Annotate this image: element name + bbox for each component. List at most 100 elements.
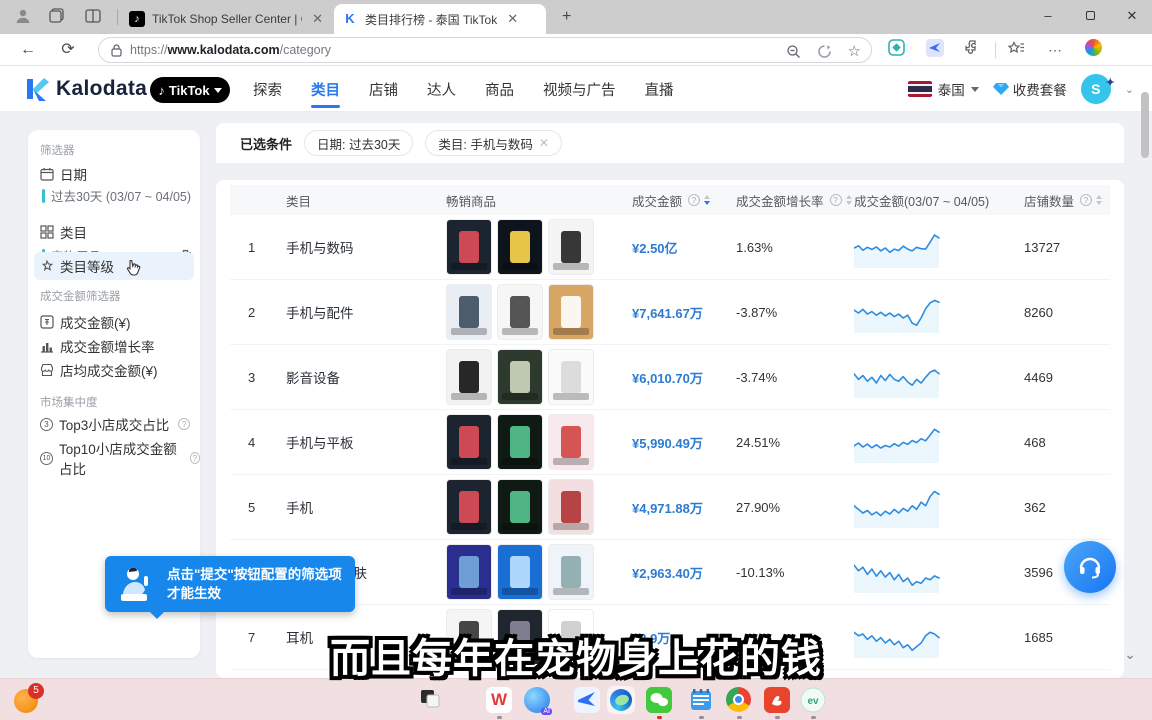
product-thumbnail[interactable] xyxy=(446,219,492,275)
zoom-out-icon[interactable] xyxy=(786,44,801,59)
task-view-icon[interactable] xyxy=(418,687,444,713)
nav-shop[interactable]: 店铺 xyxy=(369,67,398,112)
category-name[interactable]: 影音设备 xyxy=(286,367,446,387)
sort-icons[interactable] xyxy=(846,195,852,205)
workspaces-icon[interactable] xyxy=(48,7,68,27)
filter-top10-share[interactable]: 10 Top10小店成交金额占比 ? xyxy=(40,438,200,478)
table-row[interactable]: 4 手机与平板 ¥5,990.49万 24.51% 468 xyxy=(230,410,1110,475)
wps-icon[interactable]: W xyxy=(486,687,512,713)
new-tab-button[interactable]: + xyxy=(562,8,571,26)
product-thumbnail[interactable] xyxy=(548,414,594,470)
product-thumbnail[interactable] xyxy=(446,544,492,600)
window-minimize-button[interactable]: – xyxy=(1028,0,1068,32)
tab-tiktok-seller-center[interactable]: ♪ TikTok Shop Seller Center | Cross ✕ xyxy=(121,4,331,34)
product-thumbnail[interactable] xyxy=(548,479,594,535)
product-thumbnail[interactable] xyxy=(446,284,492,340)
nav-video-ads[interactable]: 视频与广告 xyxy=(543,67,616,112)
chip-close-icon[interactable]: ✕ xyxy=(539,136,549,150)
address-bar[interactable]: https://www.kalodata.com/category ☆ xyxy=(98,37,872,63)
quark-ai-icon[interactable]: AI xyxy=(524,687,550,713)
product-thumbnail[interactable] xyxy=(446,349,492,405)
filter-top3-share[interactable]: 3 Top3小店成交占比 ? xyxy=(40,414,190,434)
help-icon[interactable]: ? xyxy=(1080,194,1092,206)
chevron-down-icon[interactable]: ⌄ xyxy=(1125,83,1134,96)
table-row[interactable]: 6 保护膜、皮肤 ¥2,963.40万 -10.13% 3596 xyxy=(230,540,1110,605)
favorites-bar-icon[interactable] xyxy=(1008,39,1030,61)
split-tab-icon[interactable] xyxy=(84,7,104,27)
filter-growth-rate[interactable]: 成交金额增长率 xyxy=(40,336,155,356)
product-thumbnail[interactable] xyxy=(497,544,543,600)
table-row[interactable]: 5 手机 ¥4,971.88万 27.90% 362 xyxy=(230,475,1110,540)
product-thumbnail[interactable] xyxy=(446,414,492,470)
filter-date[interactable]: 日期 xyxy=(40,164,87,184)
help-icon[interactable]: ? xyxy=(178,418,190,430)
thunder-icon[interactable] xyxy=(574,687,600,713)
extensions-puzzle-icon[interactable] xyxy=(964,39,986,61)
sort-icons[interactable] xyxy=(1096,195,1102,205)
product-thumbnail[interactable] xyxy=(497,349,543,405)
favorite-star-icon[interactable]: ☆ xyxy=(848,42,861,60)
profile-icon[interactable] xyxy=(14,7,34,27)
edge-icon[interactable] xyxy=(608,687,634,713)
filter-avg-shop-amount[interactable]: 店均成交金额(¥) xyxy=(40,360,158,380)
nav-product[interactable]: 商品 xyxy=(485,67,514,112)
copilot-icon[interactable] xyxy=(1082,39,1104,61)
product-thumbnail[interactable] xyxy=(548,544,594,600)
help-icon[interactable]: ? xyxy=(830,194,842,206)
more-options-icon[interactable]: ⋯ xyxy=(1044,39,1066,61)
header-amount[interactable]: 成交金额? xyxy=(632,191,736,210)
ev-capture-icon[interactable]: ev xyxy=(800,687,826,713)
filter-amount[interactable]: 成交金额(¥) xyxy=(40,312,131,332)
window-restore-button[interactable] xyxy=(1070,0,1110,32)
header-shops[interactable]: 店铺数量? xyxy=(1024,191,1104,210)
pricing-plan-link[interactable]: 收费套餐 xyxy=(993,79,1067,99)
table-row[interactable]: 1 手机与数码 ¥2.50亿 1.63% 13727 xyxy=(230,215,1110,280)
support-headset-button[interactable] xyxy=(1064,541,1116,593)
nav-live[interactable]: 直播 xyxy=(645,67,674,112)
product-thumbnail[interactable] xyxy=(548,349,594,405)
product-thumbnail[interactable] xyxy=(497,284,543,340)
extension-teal-icon[interactable] xyxy=(888,39,910,61)
extension-bird-icon[interactable] xyxy=(926,39,948,61)
back-icon[interactable]: ← xyxy=(16,38,40,62)
category-name[interactable]: 手机与配件 xyxy=(286,302,446,322)
tab-kalodata-category[interactable]: K 类目排行榜 - 泰国 TikTok ✕ xyxy=(334,4,546,34)
product-thumbnail[interactable] xyxy=(548,284,594,340)
help-icon[interactable]: ? xyxy=(190,452,200,464)
refresh-icon[interactable]: ⟳ xyxy=(56,38,80,62)
notes-icon[interactable] xyxy=(688,687,714,713)
red-app-icon[interactable] xyxy=(764,687,790,713)
tab-close-icon[interactable]: ✕ xyxy=(507,11,518,27)
page-scrollbar-thumb[interactable] xyxy=(1141,92,1149,158)
tab-close-icon[interactable]: ✕ xyxy=(312,11,323,27)
tiktok-region-dropdown[interactable]: ♪ TikTok xyxy=(150,77,230,103)
chrome-icon[interactable] xyxy=(726,687,752,713)
nav-creator[interactable]: 达人 xyxy=(427,67,456,112)
header-growth[interactable]: 成交金额增长率? xyxy=(736,191,854,210)
region-selector[interactable]: 泰国 xyxy=(938,79,965,99)
product-thumbnail[interactable] xyxy=(497,219,543,275)
table-row[interactable]: 2 手机与配件 ¥7,641.67万 -3.87% 8260 xyxy=(230,280,1110,345)
product-thumbnail[interactable] xyxy=(446,479,492,535)
nav-category[interactable]: 类目 xyxy=(311,67,340,112)
avatar[interactable]: S✦ xyxy=(1081,74,1111,104)
translate-icon[interactable] xyxy=(817,44,832,59)
help-icon[interactable]: ? xyxy=(688,194,700,206)
sort-icons[interactable] xyxy=(704,195,710,205)
category-name[interactable]: 手机 xyxy=(286,497,446,517)
filter-category[interactable]: 类目 xyxy=(40,222,87,242)
window-close-button[interactable]: ✕ xyxy=(1112,0,1152,32)
category-name[interactable]: 手机与数码 xyxy=(286,237,446,257)
table-row[interactable]: 3 影音设备 ¥6,010.70万 -3.74% 4469 xyxy=(230,345,1110,410)
chip-category[interactable]: 类目: 手机与数码✕ xyxy=(425,130,562,156)
kalodata-logo[interactable]: Kalodata xyxy=(24,76,147,102)
filter-category-level[interactable]: 类目等级 xyxy=(40,256,114,276)
nav-explore[interactable]: 探索 xyxy=(253,67,282,112)
notification-blob[interactable]: 5 xyxy=(14,685,42,713)
wechat-icon[interactable] xyxy=(646,687,672,713)
product-thumbnail[interactable] xyxy=(548,219,594,275)
chip-date[interactable]: 日期: 过去30天 xyxy=(304,130,413,156)
category-name[interactable]: 手机与平板 xyxy=(286,432,446,452)
product-thumbnail[interactable] xyxy=(497,414,543,470)
product-thumbnail[interactable] xyxy=(497,479,543,535)
